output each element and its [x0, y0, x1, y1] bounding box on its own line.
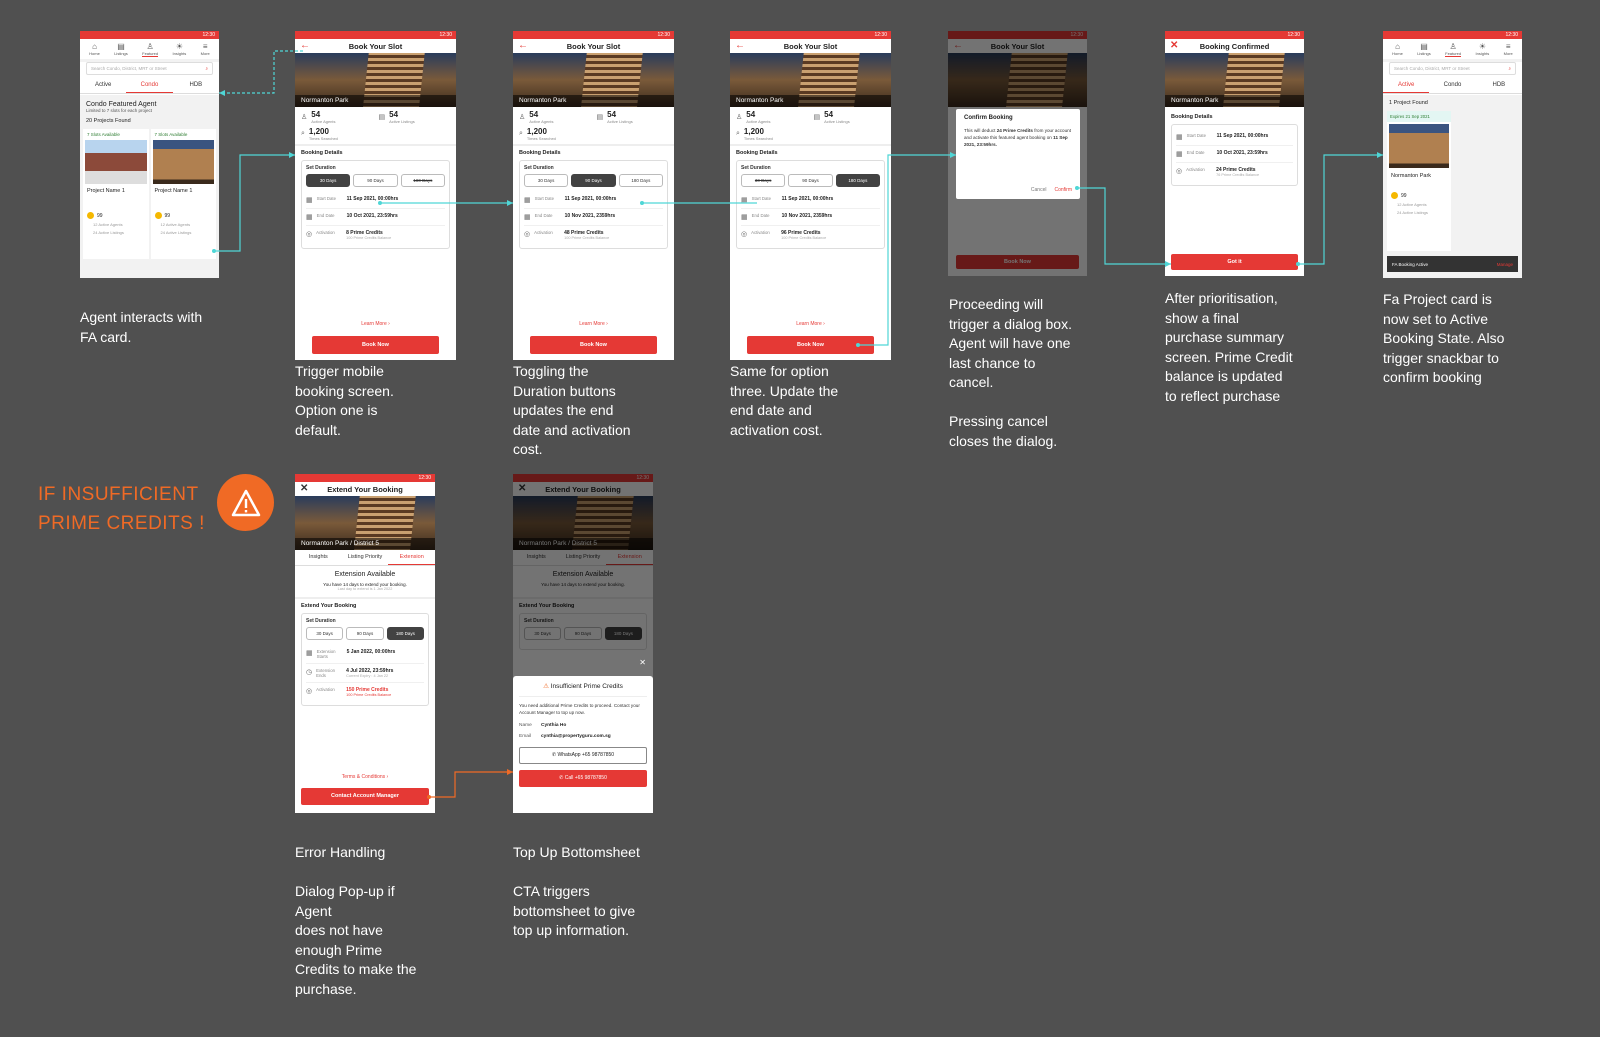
connector-contact-to-topup	[429, 771, 513, 798]
connector-dot	[640, 201, 644, 205]
connector-gotit-to-active	[1298, 154, 1383, 265]
connector-dot	[1296, 262, 1300, 266]
connector-dot	[1075, 186, 1079, 190]
connector-dot	[212, 249, 216, 253]
connector-arrow	[507, 200, 513, 206]
connector-arrow	[950, 152, 956, 158]
connector-dot	[427, 795, 431, 799]
connector-arrow	[1377, 152, 1383, 158]
connector-arrow	[507, 769, 513, 775]
connector-book-to-dialog	[858, 154, 956, 346]
connector-arrow	[289, 152, 295, 158]
connector-dot	[378, 201, 382, 205]
connector-back-to-list	[219, 50, 303, 94]
connector-dot	[856, 343, 860, 347]
connector-card-to-booking	[214, 154, 295, 252]
connector-arrow	[1165, 261, 1171, 267]
flow-connectors	[212, 50, 1383, 799]
connector-arrow	[219, 90, 225, 96]
connector-confirm-to-summary	[1077, 187, 1171, 265]
